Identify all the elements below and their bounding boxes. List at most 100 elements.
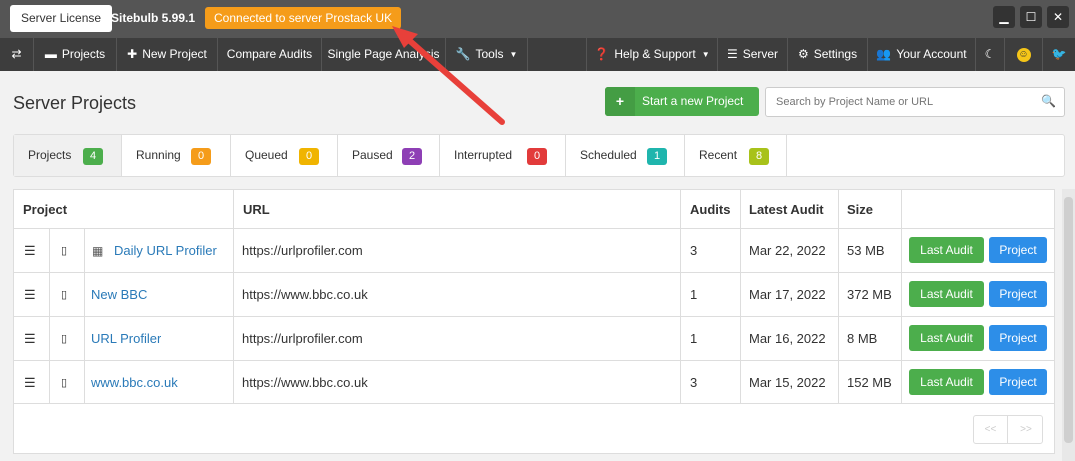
- search-icon[interactable]: 🔍: [1041, 94, 1056, 108]
- pagination: << >>: [973, 415, 1043, 444]
- title-bar: Server License Sitebulb 5.99.1 Connected…: [0, 0, 1075, 38]
- col-divider: [84, 228, 85, 404]
- tab-running[interactable]: Running 0: [122, 135, 231, 176]
- gears-icon: ⚙: [797, 47, 809, 61]
- tab-projects[interactable]: Projects 4: [14, 135, 122, 176]
- tab-recent[interactable]: Recent 8: [685, 135, 787, 176]
- col-header-url[interactable]: URL: [243, 190, 270, 229]
- row-menu-icon[interactable]: ☰: [24, 273, 36, 317]
- minimize-icon[interactable]: ▁: [993, 6, 1015, 28]
- plus-icon: +: [605, 87, 635, 116]
- project-button[interactable]: Project: [989, 325, 1047, 351]
- audit-count: 1: [690, 287, 698, 302]
- last-audit-button[interactable]: Last Audit: [909, 281, 984, 307]
- server-license-button[interactable]: Server License: [10, 5, 113, 32]
- row-menu-icon[interactable]: ☰: [24, 229, 36, 273]
- twitter-icon[interactable]: 🐦: [1043, 38, 1075, 71]
- audit-count: 3: [690, 375, 698, 390]
- count-badge: 2: [402, 148, 423, 165]
- page-title: Server Projects: [13, 93, 137, 113]
- main-nav: ⇄ ▬ Projects ✚ New Project Compare Audits …: [0, 38, 1075, 71]
- nav-single-page-analysis[interactable]: Single Page Analysis: [322, 38, 446, 71]
- calendar-icon: ▦: [92, 244, 104, 258]
- count-badge: 0: [299, 148, 320, 165]
- users-icon: 👥: [876, 47, 892, 61]
- project-button[interactable]: Project: [989, 237, 1047, 263]
- project-url: https://www.bbc.co.uk: [242, 375, 368, 390]
- project-url: https://urlprofiler.com: [242, 243, 363, 258]
- nav-projects[interactable]: ▬ Projects: [34, 38, 117, 71]
- device-mobile-icon: ▯: [61, 377, 68, 389]
- nav-compare-audits[interactable]: Compare Audits: [218, 38, 322, 71]
- project-size: 372 MB: [847, 287, 892, 302]
- audit-count: 3: [690, 243, 698, 258]
- nav-new-project[interactable]: ✚ New Project: [117, 38, 218, 71]
- project-filter-tabs: Projects 4 Running 0 Queued 0 Paused 2 I…: [13, 134, 1065, 177]
- project-url: https://urlprofiler.com: [242, 331, 363, 346]
- scrollbar-thumb[interactable]: [1064, 197, 1073, 443]
- col-divider: [233, 190, 234, 404]
- audit-count: 1: [690, 331, 698, 346]
- tab-scheduled[interactable]: Scheduled 1: [566, 135, 685, 176]
- nav-server[interactable]: ☰ Server: [718, 38, 788, 71]
- col-divider: [49, 228, 50, 404]
- caret-down-icon: ▼: [509, 50, 518, 60]
- last-audit-button[interactable]: Last Audit: [909, 369, 984, 395]
- row-menu-icon[interactable]: ☰: [24, 361, 36, 405]
- col-header-latest-audit[interactable]: Latest Audit: [749, 190, 824, 229]
- device-mobile-icon: ▯: [61, 333, 68, 345]
- nav-your-account[interactable]: 👥 Your Account: [868, 38, 976, 71]
- project-url: https://www.bbc.co.uk: [242, 287, 368, 302]
- col-divider: [740, 190, 741, 404]
- col-header-size[interactable]: Size: [847, 190, 873, 229]
- count-badge: 0: [191, 148, 212, 165]
- project-button[interactable]: Project: [989, 281, 1047, 307]
- question-circle-icon: ❓: [594, 47, 610, 61]
- projects-table: Project URL Audits Latest Audit Size ☰ ▯…: [13, 189, 1055, 454]
- tab-paused[interactable]: Paused 2: [338, 135, 440, 176]
- smiley-icon[interactable]: ☺: [1005, 38, 1043, 71]
- start-new-project-button[interactable]: + Start a new Project: [605, 87, 759, 116]
- project-size: 8 MB: [847, 331, 878, 346]
- nav-tools[interactable]: 🔧 Tools ▼: [446, 38, 528, 71]
- col-header-project[interactable]: Project: [23, 190, 67, 229]
- project-name-link[interactable]: URL Profiler: [91, 317, 161, 361]
- count-badge: 0: [527, 148, 548, 165]
- count-badge: 4: [83, 148, 104, 165]
- plus-icon: ✚: [127, 47, 138, 61]
- latest-audit-date: Mar 15, 2022: [749, 375, 826, 390]
- col-divider: [838, 190, 839, 404]
- count-badge: 8: [749, 148, 770, 165]
- project-size: 152 MB: [847, 375, 892, 390]
- project-button[interactable]: Project: [989, 369, 1047, 395]
- col-divider: [901, 190, 902, 404]
- search-box[interactable]: 🔍: [765, 87, 1065, 117]
- project-name-link[interactable]: Daily URL Profiler: [114, 229, 228, 273]
- last-audit-button[interactable]: Last Audit: [909, 325, 984, 351]
- project-name-link[interactable]: New BBC: [91, 273, 147, 317]
- device-mobile-icon: ▯: [61, 289, 68, 301]
- col-header-audits[interactable]: Audits: [690, 190, 730, 229]
- app-version: Sitebulb 5.99.1: [111, 11, 196, 25]
- next-page-button[interactable]: >>: [1009, 416, 1043, 443]
- prev-page-button[interactable]: <<: [974, 416, 1008, 443]
- latest-audit-date: Mar 16, 2022: [749, 331, 826, 346]
- maximize-icon[interactable]: ☐: [1020, 6, 1042, 28]
- project-name-link[interactable]: www.bbc.co.uk: [91, 361, 178, 405]
- server-icon: ☰: [726, 47, 738, 61]
- tab-interrupted[interactable]: Interrupted 0: [440, 135, 566, 176]
- row-menu-icon[interactable]: ☰: [24, 317, 36, 361]
- latest-audit-date: Mar 22, 2022: [749, 243, 826, 258]
- last-audit-button[interactable]: Last Audit: [909, 237, 984, 263]
- dark-mode-moon-icon[interactable]: ☾: [976, 38, 1005, 71]
- swap-arrows-icon[interactable]: ⇄: [0, 38, 34, 71]
- project-search-input[interactable]: [776, 94, 1036, 110]
- project-size: 53 MB: [847, 243, 885, 258]
- count-badge: 1: [647, 148, 668, 165]
- close-icon[interactable]: ✕: [1047, 6, 1069, 28]
- caret-down-icon: ▼: [701, 50, 710, 60]
- nav-settings[interactable]: ⚙ Settings: [788, 38, 868, 71]
- tab-queued[interactable]: Queued 0: [231, 135, 338, 176]
- nav-help-support[interactable]: ❓ Help & Support ▼: [586, 38, 718, 71]
- col-divider: [680, 190, 681, 404]
